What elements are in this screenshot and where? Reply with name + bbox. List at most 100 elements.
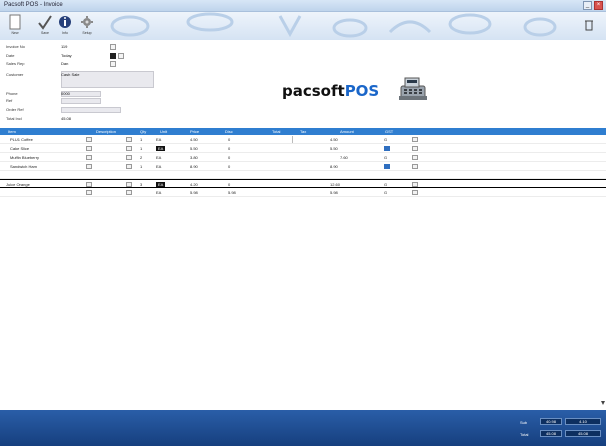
- logo-text: pacsoft: [282, 82, 345, 100]
- table-row[interactable]: EA 5.98 5.98 5.98 G: [0, 188, 606, 197]
- row-option-button[interactable]: [126, 137, 132, 142]
- form-row-orderref: Order Ref: [6, 107, 206, 114]
- title-bar: Pacsoft POS - Invoice _ ×: [0, 0, 606, 12]
- row-tax: G: [384, 182, 388, 187]
- row-amount: 7.60: [340, 155, 348, 160]
- date-value[interactable]: Today: [61, 53, 72, 58]
- logo-pos-text: POS: [344, 82, 380, 100]
- row-lookup-button[interactable]: [86, 164, 92, 169]
- toolbar: New Save Info Setup: [0, 12, 606, 40]
- row-item: Muffin Blueberry: [10, 155, 40, 160]
- form-row-invoice: Invoice No 119: [6, 44, 206, 51]
- invoice-lookup-button[interactable]: [110, 44, 116, 50]
- total-value: 45.08: [61, 116, 72, 121]
- col-amount[interactable]: Amount: [340, 129, 354, 134]
- table-row[interactable]: Muffin Blueberry 2 EA 3.80 0 7.60 G: [0, 153, 606, 162]
- invoice-no-label: Invoice No: [6, 44, 25, 49]
- col-item[interactable]: Item: [8, 129, 16, 134]
- row-option-button[interactable]: [126, 164, 132, 169]
- row-item: PLU1 Coffee: [10, 137, 33, 142]
- exit-icon[interactable]: [584, 18, 594, 32]
- scroll-down-icon[interactable]: [600, 398, 606, 408]
- form-row-phone: Phone 0000: [6, 91, 206, 98]
- setup-button[interactable]: Setup: [78, 14, 96, 38]
- row-option-button[interactable]: [126, 155, 132, 160]
- row-price: 4.20: [190, 182, 198, 187]
- save-button[interactable]: Save: [36, 14, 54, 38]
- customer-label: Customer: [6, 72, 24, 77]
- row-qty: 2: [140, 155, 143, 160]
- row-gst-checkbox[interactable]: [412, 182, 418, 187]
- form-row-total: Total Incl 45.08: [6, 116, 206, 123]
- col-price[interactable]: Price: [190, 129, 199, 134]
- col-gst[interactable]: GST: [385, 129, 393, 134]
- row-lookup-button[interactable]: [86, 190, 92, 195]
- row-tax-flag[interactable]: [384, 146, 390, 151]
- grid-header: Item Description Qty Unit Price Disc Tot…: [0, 128, 606, 135]
- row-unit: EA: [156, 164, 162, 169]
- row-qty: 1: [140, 146, 143, 151]
- row-gst-checkbox[interactable]: [412, 155, 418, 160]
- row-price: 3.80: [190, 155, 198, 160]
- row-price: 5.50: [190, 146, 198, 151]
- invoice-no-value[interactable]: 119: [61, 44, 67, 49]
- row-unit: EA: [156, 190, 162, 195]
- row-price: 4.50: [190, 137, 198, 142]
- invoice-grid: Item Description Qty Unit Price Disc Tot…: [0, 128, 606, 197]
- row-unit: EA: [156, 155, 162, 160]
- salesrep-label: Sales Rep: [6, 61, 25, 66]
- row-option-button[interactable]: [126, 190, 132, 195]
- row-tax-flag[interactable]: [384, 164, 390, 169]
- row-option-button[interactable]: [126, 182, 132, 187]
- row-unit: EA: [156, 146, 166, 151]
- row-gst-checkbox[interactable]: [412, 164, 418, 169]
- info-label: Info: [62, 31, 68, 35]
- tax-value: 4.10: [565, 418, 601, 425]
- col-disc[interactable]: Disc: [225, 129, 233, 134]
- col-total[interactable]: Total: [272, 129, 280, 134]
- table-row-selected[interactable]: Juice Orange 3 EA 4.20 0 12.60 G: [0, 179, 606, 188]
- row-item: Juice Orange: [6, 182, 30, 187]
- info-button[interactable]: Info: [56, 14, 74, 38]
- row-qty: 3: [140, 182, 143, 187]
- row-lookup-button[interactable]: [86, 146, 92, 151]
- subtotal-value: 40.98: [540, 418, 562, 425]
- date-label: Date: [6, 53, 15, 58]
- cash-register-icon: [399, 77, 427, 100]
- row-price: 5.98: [190, 190, 198, 195]
- row-disc: 0: [228, 182, 231, 187]
- table-row[interactable]: Sandwich Ham 1 EA 8.90 0 8.90: [0, 162, 606, 171]
- page-icon: [9, 14, 21, 30]
- row-lookup-button[interactable]: [86, 137, 92, 142]
- date-dropdown[interactable]: [110, 53, 116, 59]
- row-amount: 4.50: [330, 137, 338, 142]
- date-picker-button[interactable]: [118, 53, 124, 59]
- window-controls: _ ×: [583, 1, 603, 10]
- customer-value: Cash Sale: [61, 72, 80, 77]
- pos-window: Pacsoft POS - Invoice _ × New Save Info …: [0, 0, 606, 446]
- col-tax[interactable]: Tax: [300, 129, 306, 134]
- row-tax: G: [384, 137, 388, 142]
- row-amount: 5.98: [330, 190, 338, 195]
- table-row[interactable]: Cake Slice 1 EA 5.50 0 5.50: [0, 144, 606, 153]
- col-qty[interactable]: Qty: [140, 129, 146, 134]
- row-gst-checkbox[interactable]: [412, 146, 418, 151]
- table-row[interactable]: PLU1 Coffee 1 EA 4.50 0 4.50 G: [0, 135, 606, 144]
- close-button[interactable]: ×: [594, 1, 603, 10]
- row-gst-checkbox[interactable]: [412, 190, 418, 195]
- col-unit[interactable]: Unit: [160, 129, 167, 134]
- salesrep-value[interactable]: Dan: [61, 61, 68, 66]
- salesrep-dropdown[interactable]: [110, 61, 116, 67]
- row-option-button[interactable]: [126, 146, 132, 151]
- form-row-date: Date Today: [6, 53, 206, 60]
- row-gst-checkbox[interactable]: [412, 137, 418, 142]
- minimize-button[interactable]: _: [583, 1, 592, 10]
- ref-label: Ref: [6, 98, 13, 103]
- row-lookup-button[interactable]: [86, 182, 92, 187]
- orderref-label: Order Ref: [6, 107, 24, 112]
- form-row-ref: Ref: [6, 98, 206, 105]
- col-description[interactable]: Description: [96, 129, 116, 134]
- new-button[interactable]: New: [6, 14, 24, 38]
- row-lookup-button[interactable]: [86, 155, 92, 160]
- row-tax: G: [384, 190, 388, 195]
